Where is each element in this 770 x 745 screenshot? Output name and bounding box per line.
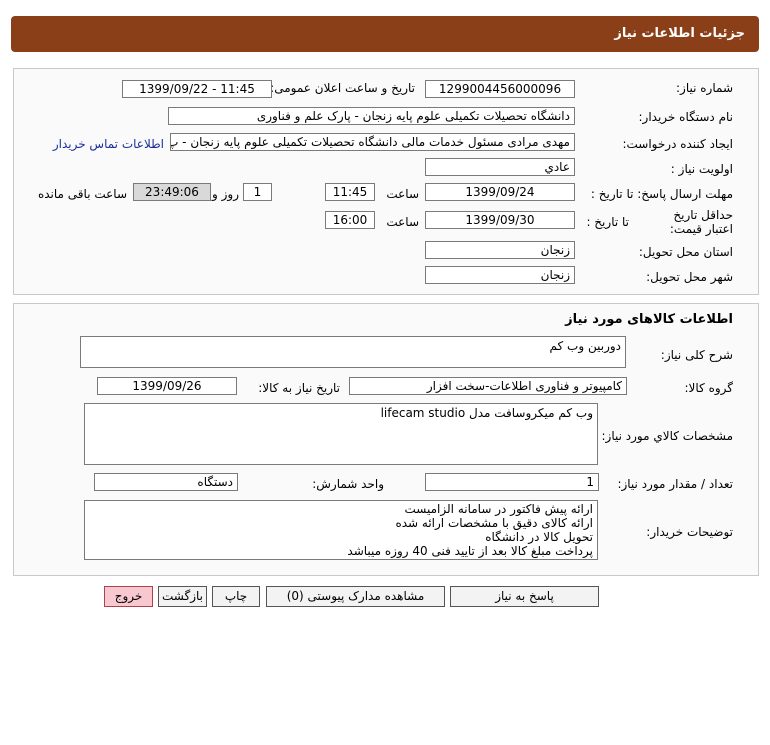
buyer-org-label: نام دستگاه خریدار: xyxy=(638,110,734,124)
goods-group-label: گروه کالا: xyxy=(684,381,734,395)
unit-label: واحد شمارش: xyxy=(312,477,384,491)
note-line: تحویل کالا در دانشگاه xyxy=(485,530,593,544)
requester-field: مهدی مرادی مسئول خدمات مالی دانشگاه تحصی… xyxy=(170,133,575,151)
need-number-label: شماره نیاز: xyxy=(676,81,733,95)
need-date-field: 1399/09/26 xyxy=(97,377,237,395)
back-button[interactable]: بازگشت xyxy=(158,586,207,607)
remaining-days-field: 1 xyxy=(243,183,272,201)
announce-label: تاریخ و ساعت اعلان عمومی: xyxy=(270,81,415,95)
province-label: استان محل تحویل: xyxy=(638,245,733,259)
need-summary-label: شرح کلی نیاز: xyxy=(660,348,733,362)
validity-time-label: ساعت xyxy=(386,215,419,229)
note-line: ارائه پیش فاکتور در سامانه الزامیست xyxy=(404,502,593,516)
page-header: جزئیات اطلاعات نیاز xyxy=(11,16,759,52)
print-button[interactable]: چاپ xyxy=(212,586,260,607)
reply-button[interactable]: پاسخ به نیاز xyxy=(450,586,599,607)
requester-label: ایجاد کننده درخواست: xyxy=(622,137,733,151)
remaining-time-field: 23:49:06 xyxy=(133,183,211,201)
goods-group-field: کامپیوتر و فناوری اطلاعات-سخت افزار xyxy=(349,377,627,395)
announce-datetime-field: 1399/09/22 - 11:45 xyxy=(122,80,272,98)
validity-to-label: تا تاریخ : xyxy=(586,215,629,229)
quantity-field: 1 xyxy=(425,473,599,491)
need-info-panel xyxy=(13,68,759,295)
deadline-date-field: 1399/09/24 xyxy=(425,183,575,201)
province-field: زنجان xyxy=(425,241,575,259)
note-line: ارائه کالای دقیق با مشخصات ارائه شده xyxy=(395,516,593,530)
buyer-contact-link[interactable]: اطلاعات تماس خریدار xyxy=(53,137,164,151)
quantity-label: تعداد / مقدار مورد نیاز: xyxy=(617,477,733,491)
buyer-notes-label: توضیحات خریدار: xyxy=(646,525,733,539)
city-label: شهر محل تحویل: xyxy=(646,270,733,284)
deadline-time-field: 11:45 xyxy=(325,183,375,201)
buyer-notes-field: ارائه پیش فاکتور در سامانه الزامیست ارائ… xyxy=(84,500,598,560)
deadline-label: مهلت ارسال پاسخ: تا تاریخ : xyxy=(590,187,733,201)
days-label: روز و xyxy=(212,187,239,201)
unit-field: دستگاه xyxy=(94,473,238,491)
city-field: زنجان xyxy=(425,266,575,284)
priority-label: اولویت نیاز : xyxy=(670,162,733,176)
page-title: جزئیات اطلاعات نیاز xyxy=(614,26,745,41)
goods-section-title: اطلاعات کالاهای مورد نیاز xyxy=(565,312,733,327)
remaining-label: ساعت باقی مانده xyxy=(37,187,127,201)
priority-field: عادي xyxy=(425,158,575,176)
need-summary-field: دوربین وب کم xyxy=(80,336,626,368)
need-number-field: 1299004456000096 xyxy=(425,80,575,98)
need-date-label: تاریخ نیاز به کالا: xyxy=(258,381,340,395)
note-line: پرداخت مبلغ کالا بعد از تایید فنی 40 روز… xyxy=(347,544,593,558)
attachments-button[interactable]: مشاهده مدارک پیوستی (0) xyxy=(266,586,445,607)
specs-field: وب کم میکروسافت مدل lifecam studio xyxy=(84,403,598,465)
deadline-time-label: ساعت xyxy=(386,187,419,201)
exit-button[interactable]: خروج xyxy=(104,586,153,607)
validity-date-field: 1399/09/30 xyxy=(425,211,575,229)
buyer-org-field: دانشگاه تحصیلات تکمیلی علوم پایه زنجان -… xyxy=(168,107,575,125)
specs-label: مشخصات کالاي مورد نیاز: xyxy=(601,429,733,443)
validity-time-field: 16:00 xyxy=(325,211,375,229)
price-validity-label: حداقل تاریخ اعتبار قیمت: xyxy=(669,208,733,236)
